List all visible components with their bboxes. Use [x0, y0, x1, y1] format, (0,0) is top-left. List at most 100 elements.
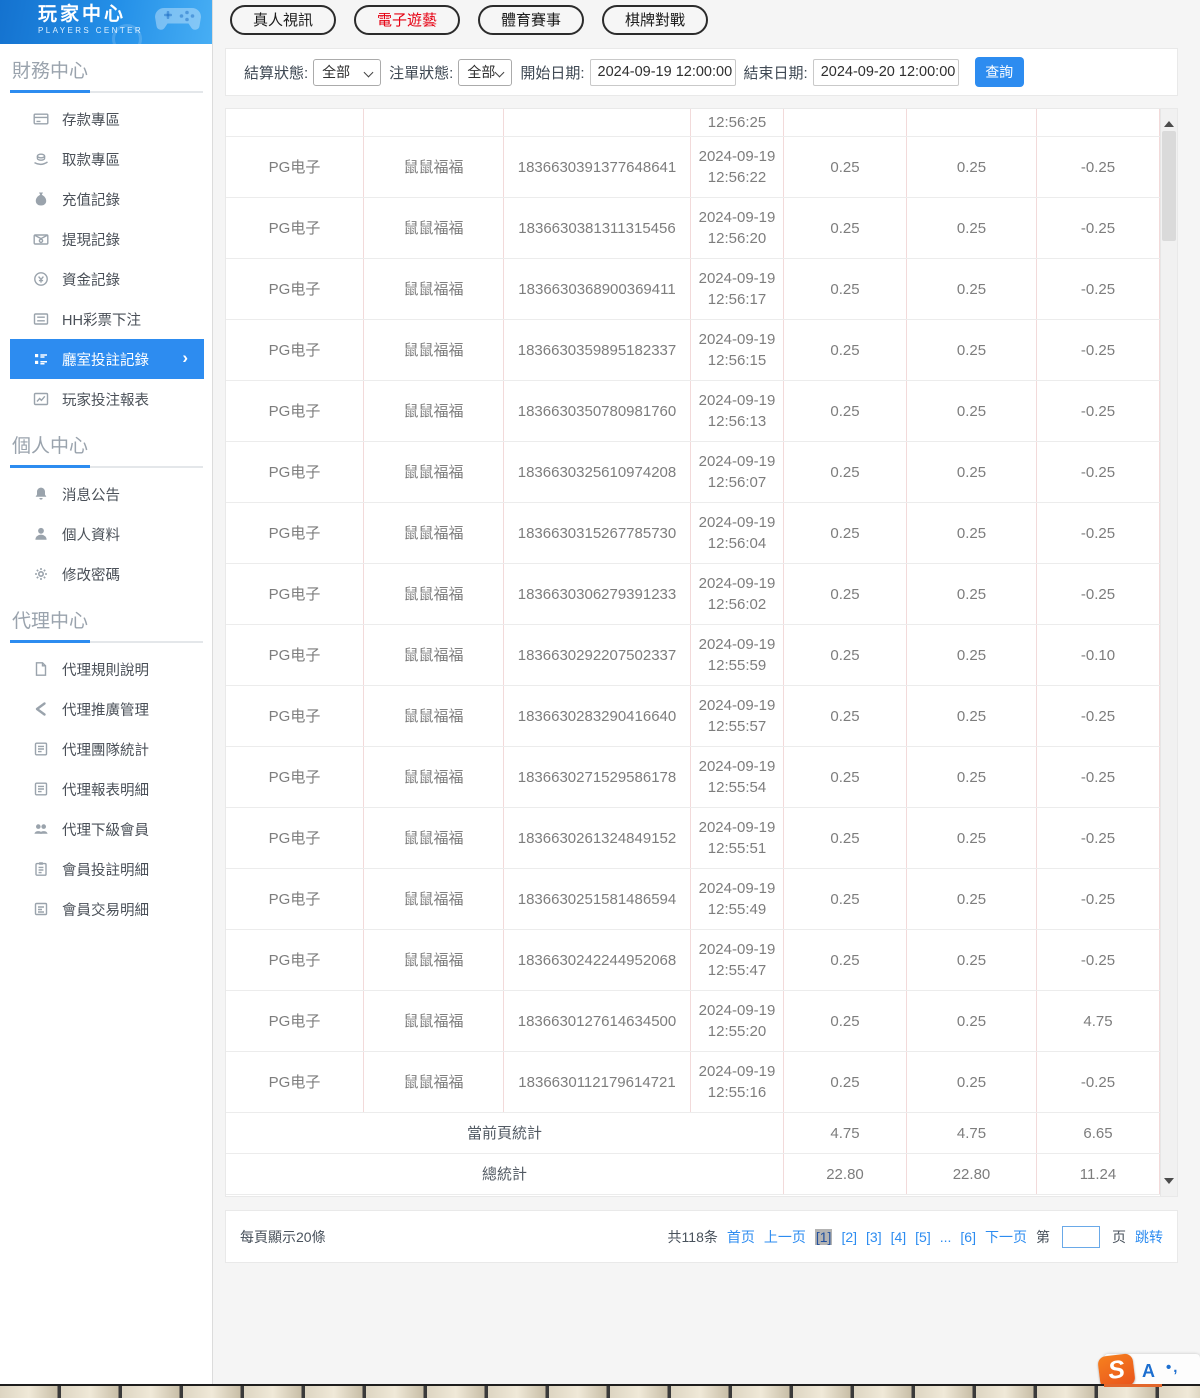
time-cell: 2024-09-19 12:55:16 [691, 1052, 784, 1112]
person-icon [33, 526, 49, 542]
page-link-2[interactable]: [2] [841, 1229, 857, 1245]
scrollbar-thumb[interactable] [1162, 131, 1176, 241]
bet-cell: 0.25 [784, 320, 907, 380]
order-id-cell: 1836630359895182337 [504, 320, 691, 380]
bet-cell: 0.25 [784, 381, 907, 441]
list-icon [33, 311, 49, 327]
order-id-cell: 1836630368900369411 [504, 259, 691, 319]
sidebar-item-label: 廳室投註記錄 [62, 349, 149, 370]
bet-records-table-card: 12:56:25 PG电子 鼠鼠福福 1836630391377648641 2… [225, 108, 1178, 1197]
sidebar-item-0-7[interactable]: 玩家投注報表 [0, 379, 212, 419]
jump-action-link[interactable]: 跳转 [1135, 1227, 1163, 1247]
sidebar-item-label: 個人資料 [62, 524, 120, 545]
start-date-label: 開始日期: [520, 62, 584, 83]
valid-bet-cell: 0.25 [907, 503, 1037, 563]
tab-0[interactable]: 真人視訊 [230, 5, 336, 35]
time-cell: 2024-09-19 12:55:49 [691, 869, 784, 929]
deposit-card-icon [33, 111, 49, 127]
sidebar-item-1-0[interactable]: 消息公告 [0, 474, 212, 514]
end-date-input[interactable] [813, 59, 959, 86]
taskbar-buttons[interactable] [0, 1386, 1200, 1398]
sidebar-item-2-2[interactable]: 代理團隊統計 [0, 729, 212, 769]
tab-1[interactable]: 電子遊藝 [354, 5, 460, 35]
taskbar[interactable] [0, 1384, 1200, 1398]
winloss-cell: -0.25 [1037, 869, 1160, 929]
sidebar-item-2-5[interactable]: 會員投註明細 [0, 849, 212, 889]
order-status-label: 注單狀態: [389, 62, 453, 83]
sidebar-item-0-2[interactable]: 充值記錄 [0, 179, 212, 219]
winloss-cell: -0.25 [1037, 1052, 1160, 1112]
time-cell: 2024-09-19 12:56:22 [691, 137, 784, 197]
ime-punctuation-icon[interactable]: •, [1166, 1359, 1179, 1376]
valid-bet-cell: 0.25 [907, 1052, 1037, 1112]
bet-cell [784, 109, 907, 136]
winloss-cell: -0.25 [1037, 320, 1160, 380]
sidebar-section-title: 個人中心 [12, 435, 212, 459]
page-ellipsis: ... [940, 1229, 952, 1245]
sidebar-item-label: 代理下級會員 [62, 819, 149, 840]
sidebar-item-1-1[interactable]: 個人資料 [0, 514, 212, 554]
bet-cell: 0.25 [784, 564, 907, 624]
game-cell [364, 109, 504, 136]
start-date-input[interactable] [590, 59, 736, 86]
sidebar-item-0-4[interactable]: 資金記錄 [0, 259, 212, 299]
category-tabs: 真人視訊電子遊藝體育賽事棋牌對戰 [214, 0, 1200, 35]
sidebar-item-2-0[interactable]: 代理規則說明 [0, 649, 212, 689]
page-link-1[interactable]: [1] [815, 1229, 833, 1245]
game-cell: 鼠鼠福福 [364, 991, 504, 1051]
page-link-3[interactable]: [3] [866, 1229, 882, 1245]
next-page-link[interactable]: 下一页 [985, 1227, 1027, 1247]
sidebar-item-2-4[interactable]: 代理下級會員 [0, 809, 212, 849]
scroll-up-icon[interactable] [1164, 116, 1174, 127]
total-summary-row: 總統計 22.80 22.80 11.24 [226, 1154, 1160, 1195]
report-icon [33, 781, 49, 797]
chart-icon [33, 391, 49, 407]
tab-3[interactable]: 棋牌對戰 [602, 5, 708, 35]
tab-2[interactable]: 體育賽事 [478, 5, 584, 35]
end-date-label: 結束日期: [744, 62, 808, 83]
page-link-5[interactable]: [5] [915, 1229, 931, 1245]
time-cell: 2024-09-19 12:55:47 [691, 930, 784, 990]
bet-cell: 0.25 [784, 747, 907, 807]
winloss-cell: -0.25 [1037, 442, 1160, 502]
sidebar-item-2-6[interactable]: 會員交易明細 [0, 889, 212, 929]
table-row: PG电子 鼠鼠福福 1836630271529586178 2024-09-19… [226, 747, 1160, 808]
ime-mode-letter[interactable]: A [1142, 1361, 1155, 1382]
table-scrollbar[interactable] [1160, 109, 1177, 1196]
document-icon [33, 661, 49, 677]
provider-cell: PG电子 [226, 808, 364, 868]
settle-status-select[interactable]: 全部 [313, 59, 381, 86]
page-link-4[interactable]: [4] [891, 1229, 907, 1245]
prev-page-link[interactable]: 上一页 [764, 1227, 806, 1247]
sidebar-item-label: 會員投註明細 [62, 859, 149, 880]
game-cell: 鼠鼠福福 [364, 1052, 504, 1112]
pagination-bar: 每頁顯示20條 共118条 首页 上一页 [1][2][3][4][5] ...… [225, 1210, 1178, 1263]
total-count-text: 共118条 [668, 1227, 718, 1247]
sidebar-section: 代理中心 代理規則說明 代理推廣管理 代理團隊統計 代理報表明細 代理下級會員 … [0, 610, 212, 929]
sidebar-item-label: 取款專區 [62, 149, 120, 170]
sidebar-item-1-2[interactable]: 修改密碼 [0, 554, 212, 594]
bet-cell: 0.25 [784, 503, 907, 563]
time-cell: 2024-09-19 12:55:20 [691, 991, 784, 1051]
order-id-cell: 1836630292207502337 [504, 625, 691, 685]
sidebar-item-2-3[interactable]: 代理報表明細 [0, 769, 212, 809]
sidebar-item-0-1[interactable]: 取款專區 [0, 139, 212, 179]
last-page-link[interactable]: [6] [960, 1229, 976, 1245]
valid-bet-cell: 0.25 [907, 381, 1037, 441]
first-page-link[interactable]: 首页 [727, 1227, 755, 1247]
sidebar-item-0-0[interactable]: 存款專區 [0, 99, 212, 139]
sidebar-item-0-6[interactable]: 廳室投註記錄 › [10, 339, 204, 379]
provider-cell: PG电子 [226, 381, 364, 441]
sidebar-item-0-3[interactable]: 提現記錄 [0, 219, 212, 259]
jump-page-input[interactable] [1062, 1226, 1100, 1248]
scroll-down-icon[interactable] [1164, 1178, 1174, 1189]
winloss-cell [1037, 109, 1160, 136]
provider-cell: PG电子 [226, 930, 364, 990]
order-id-cell: 1836630381311315456 [504, 198, 691, 258]
order-id-cell: 1836630242244952068 [504, 930, 691, 990]
search-button[interactable]: 查詢 [975, 57, 1024, 87]
order-id-cell: 1836630112179614721 [504, 1052, 691, 1112]
order-status-select[interactable]: 全部 [458, 59, 512, 86]
sidebar-item-2-1[interactable]: 代理推廣管理 [0, 689, 212, 729]
sidebar-item-0-5[interactable]: HH彩票下注 [0, 299, 212, 339]
